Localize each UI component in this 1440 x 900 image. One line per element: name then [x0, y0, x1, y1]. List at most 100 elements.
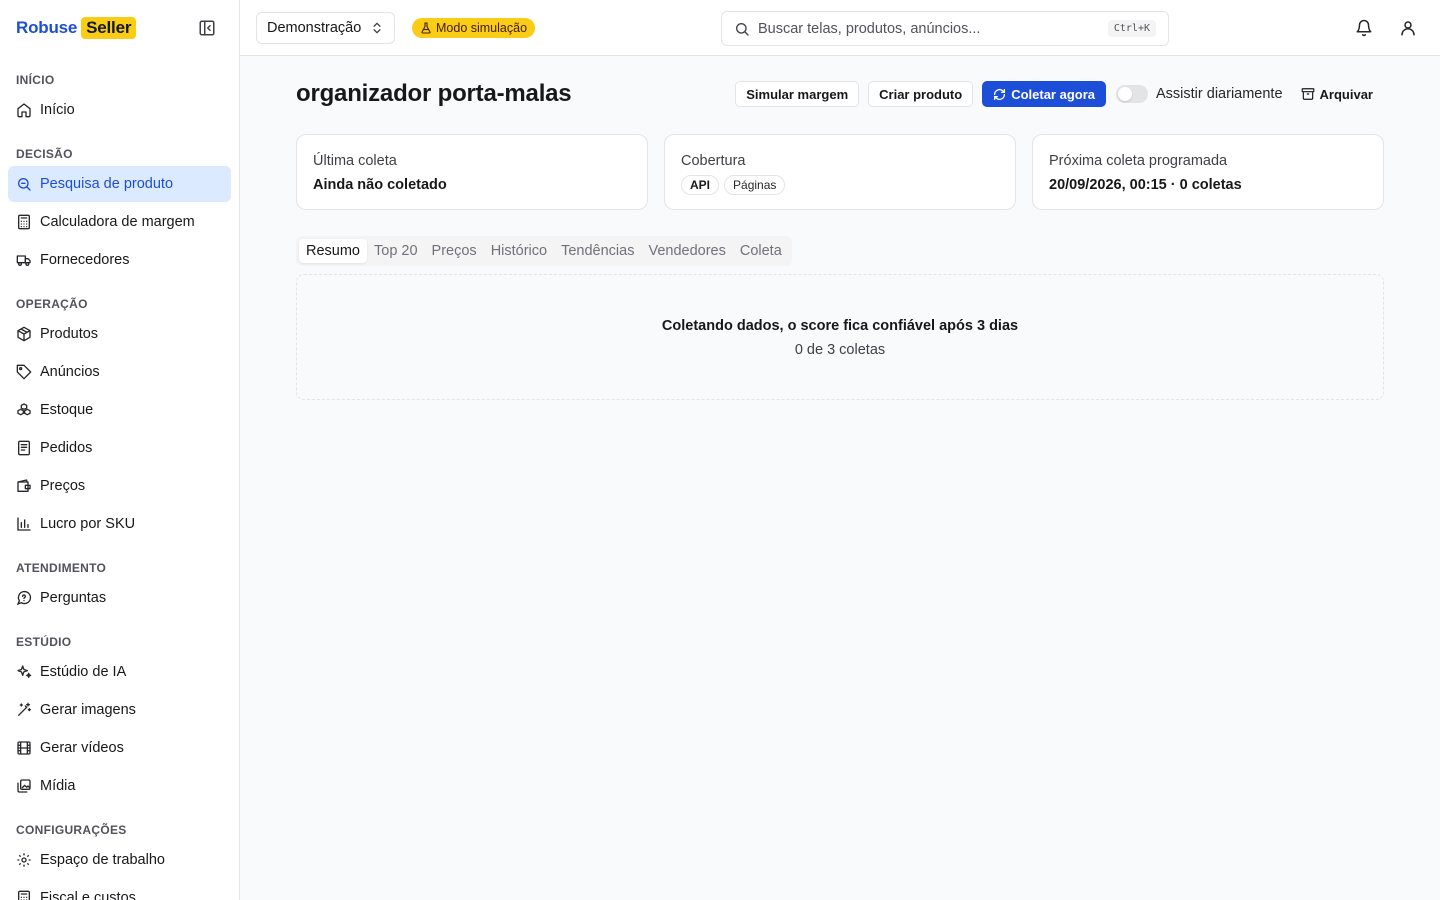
- tab-top-20[interactable]: Top 20: [367, 239, 425, 263]
- sidebar-item-fornecedores[interactable]: Fornecedores: [8, 242, 231, 278]
- create-product-button[interactable]: Criar produto: [868, 81, 974, 107]
- flask-icon: [420, 22, 432, 34]
- empty-state-title: Coletando dados, o score fica confiável …: [661, 318, 1019, 334]
- watch-daily-toggle[interactable]: [1116, 85, 1149, 103]
- wallet-icon: [16, 478, 32, 494]
- workspace-name: Demonstração: [267, 20, 362, 36]
- sidebar-item-label: Lucro por SKU: [40, 516, 136, 532]
- archive-icon: [1301, 87, 1315, 101]
- receipt-icon: [16, 440, 32, 456]
- sidebar-item-label: Fornecedores: [40, 252, 130, 268]
- sidebar-item-label: Espaço de trabalho: [40, 852, 165, 868]
- sidebar-item-anuncios[interactable]: Anúncios: [8, 354, 231, 390]
- archive-button[interactable]: Arquivar: [1301, 87, 1373, 102]
- sidebar-item-gerar-videos[interactable]: Gerar vídeos: [8, 730, 231, 766]
- sidebar-item-lucro-por-sku[interactable]: Lucro por SKU: [8, 506, 231, 542]
- sidebar-item-label: Pesquisa de produto: [40, 176, 174, 192]
- sidebar-item-label: Gerar vídeos: [40, 740, 124, 756]
- refresh-icon: [993, 88, 1006, 101]
- watch-daily-control: Assistir diariamente: [1116, 85, 1283, 103]
- search-icon: [16, 176, 32, 192]
- sidebar-item-perguntas[interactable]: Perguntas: [8, 580, 231, 616]
- tab-historico[interactable]: Histórico: [484, 239, 554, 263]
- sidebar-item-estudio-de-ia[interactable]: Estúdio de IA: [8, 654, 231, 690]
- sidebar-item-label: Perguntas: [40, 590, 107, 606]
- home-icon: [16, 102, 32, 118]
- user-icon[interactable]: [1399, 19, 1417, 37]
- tab-coleta[interactable]: Coleta: [733, 239, 789, 263]
- empty-state-subtitle: 0 de 3 coletas: [794, 342, 886, 358]
- tab-precos[interactable]: Preços: [425, 239, 484, 263]
- calculator-icon: [16, 890, 32, 900]
- sidebar-item-label: Produtos: [40, 326, 99, 342]
- section-label-inicio: INÍCIO: [16, 73, 55, 87]
- page-actions: Simular margem Criar produto Coletar ago…: [735, 81, 1384, 107]
- section-label-operacao: OPERAÇÃO: [16, 297, 88, 311]
- section-label-atendimento: ATENDIMENTO: [16, 561, 107, 575]
- sidebar-item-estoque[interactable]: Estoque: [8, 392, 231, 428]
- sidebar-item-label: Preços: [40, 478, 86, 494]
- coverage-pills: API Páginas: [681, 175, 999, 195]
- sidebar-item-espaco-de-trabalho[interactable]: Espaço de trabalho: [8, 842, 231, 878]
- sidebar-item-label: Pedidos: [40, 440, 93, 456]
- sidebar: Robuse Seller INÍCIO Início DECISÃO Pesq…: [0, 0, 240, 900]
- section-label-configuracoes: CONFIGURAÇÕES: [16, 823, 127, 837]
- watch-daily-label: Assistir diariamente: [1156, 86, 1283, 102]
- main-content: organizador porta-malas Simular margem C…: [240, 56, 1440, 900]
- boxes-icon: [16, 402, 32, 418]
- bell-icon[interactable]: [1355, 19, 1373, 37]
- brand-name: Robuse: [16, 18, 78, 37]
- simulation-badge-label: Modo simulação: [436, 21, 528, 35]
- sidebar-item-precos[interactable]: Preços: [8, 468, 231, 504]
- card-value: 20/09/2026, 00:15 · 0 coletas: [1049, 177, 1242, 193]
- simulate-margin-button[interactable]: Simular margem: [735, 81, 860, 107]
- brand-badge: Seller: [81, 17, 137, 39]
- coverage-pill: API: [681, 175, 720, 195]
- calculator-icon: [16, 214, 32, 230]
- tab-list: Resumo Top 20 Preços Histórico Tendência…: [296, 236, 792, 266]
- tab-tendencias[interactable]: Tendências: [554, 239, 641, 263]
- card-label: Cobertura: [681, 153, 746, 169]
- last-collect-card: Última coleta Ainda não coletado: [296, 134, 648, 210]
- card-label: Última coleta: [313, 153, 397, 169]
- sidebar-item-calculadora-de-margem[interactable]: Calculadora de margem: [8, 204, 231, 240]
- chevrons-up-down-icon: [370, 21, 384, 35]
- archive-label: Arquivar: [1319, 86, 1373, 102]
- wand-icon: [16, 702, 32, 718]
- collect-now-button[interactable]: Coletar agora: [982, 81, 1107, 107]
- sidebar-item-gerar-imagens[interactable]: Gerar imagens: [8, 692, 231, 728]
- tab-resumo[interactable]: Resumo: [299, 239, 367, 263]
- truck-icon: [16, 252, 32, 268]
- toggle-knob: [1118, 87, 1133, 101]
- global-search[interactable]: Ctrl+K: [721, 11, 1169, 46]
- sidebar-item-produtos[interactable]: Produtos: [8, 316, 231, 352]
- sidebar-item-label: Calculadora de margem: [40, 214, 195, 230]
- sidebar-item-inicio[interactable]: Início: [8, 92, 231, 128]
- tab-vendedores[interactable]: Vendedores: [641, 239, 732, 263]
- sidebar-item-pedidos[interactable]: Pedidos: [8, 430, 231, 466]
- sidebar-item-label: Fiscal e custos: [40, 890, 136, 900]
- section-label-estudio: ESTÚDIO: [16, 635, 72, 649]
- coverage-card: Cobertura API Páginas: [664, 134, 1016, 210]
- sidebar-item-label: Anúncios: [40, 364, 100, 380]
- sidebar-item-label: Estoque: [40, 402, 94, 418]
- sidebar-item-midia[interactable]: Mídia: [8, 768, 231, 804]
- section-label-decisao: DECISÃO: [16, 147, 73, 161]
- package-icon: [16, 326, 32, 342]
- sidebar-item-label: Mídia: [40, 778, 76, 794]
- sidebar-item-fiscal-e-custos[interactable]: Fiscal e custos: [8, 880, 231, 900]
- sidebar-item-pesquisa-de-produto[interactable]: Pesquisa de produto: [8, 166, 231, 202]
- sidebar-collapse-icon[interactable]: [198, 19, 216, 37]
- summary-cards: Última coleta Ainda não coletado Cobertu…: [296, 134, 1400, 210]
- sidebar-item-label: Gerar imagens: [40, 702, 136, 718]
- sidebar-item-label: Início: [40, 102, 75, 118]
- workspace-select[interactable]: Demonstração: [256, 12, 396, 44]
- empty-state: Coletando dados, o score fica confiável …: [296, 274, 1384, 400]
- search-input[interactable]: [758, 20, 1108, 37]
- topbar: Demonstração Modo simulação Ctrl+K: [240, 0, 1440, 56]
- film-icon: [16, 740, 32, 756]
- gear-icon: [16, 852, 32, 868]
- collect-now-label: Coletar agora: [1011, 86, 1096, 102]
- sidebar-item-label: Estúdio de IA: [40, 664, 127, 680]
- card-label: Próxima coleta programada: [1049, 153, 1228, 169]
